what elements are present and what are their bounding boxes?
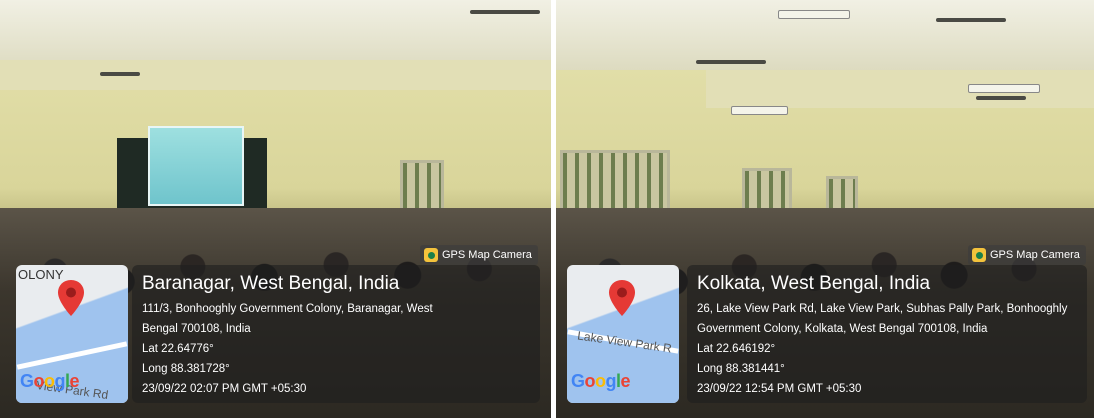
ceiling-beam <box>0 60 551 90</box>
badge-label: GPS Map Camera <box>990 249 1080 261</box>
google-logo: Google <box>571 371 631 391</box>
location-map: Lake View Park R Google <box>567 265 679 403</box>
gps-camera-icon <box>424 248 438 262</box>
gps-camera-badge: GPS Map Camera <box>420 245 538 265</box>
ceiling-fan <box>976 96 1026 100</box>
gps-camera-badge: GPS Map Camera <box>968 245 1086 265</box>
longitude: Long 88.381728° <box>142 363 230 375</box>
gps-camera-icon <box>972 248 986 262</box>
location-marker-icon <box>609 280 635 316</box>
right-photo: GPS Map Camera Lake View Park R Google K… <box>556 0 1094 418</box>
location-info-panel: Baranagar, West Bengal, India 111/3, Bon… <box>132 265 540 403</box>
ceiling-fan <box>696 60 766 64</box>
location-title: Baranagar, West Bengal, India <box>142 273 400 294</box>
tube-light <box>968 84 1040 93</box>
ceiling-fan <box>936 18 1006 22</box>
ceiling-fan <box>470 10 540 14</box>
projection-screen <box>148 126 244 206</box>
google-logo: Google <box>20 371 80 391</box>
timestamp: 23/09/22 02:07 PM GMT +05:30 <box>142 383 307 395</box>
ceiling-fan <box>100 72 140 76</box>
address-line: Government Colony, Kolkata, West Bengal … <box>697 323 988 335</box>
tube-light <box>731 106 788 115</box>
badge-label: GPS Map Camera <box>442 249 532 261</box>
left-photo: GPS Map Camera OLONY View Park Rd Google… <box>0 0 551 418</box>
location-map: OLONY View Park Rd Google <box>16 265 128 403</box>
address-line: 111/3, Bonhooghly Government Colony, Bar… <box>142 303 433 315</box>
latitude: Lat 22.64776° <box>142 343 214 355</box>
location-title: Kolkata, West Bengal, India <box>697 273 931 294</box>
address-line: 26, Lake View Park Rd, Lake View Park, S… <box>697 303 1068 315</box>
timestamp: 23/09/22 12:54 PM GMT +05:30 <box>697 383 862 395</box>
photo-collage: GPS Map Camera OLONY View Park Rd Google… <box>0 0 1094 418</box>
longitude: Long 88.381441° <box>697 363 785 375</box>
location-marker-icon <box>58 280 84 316</box>
tube-light <box>778 10 850 19</box>
address-line: Bengal 700108, India <box>142 323 251 335</box>
location-info-panel: Kolkata, West Bengal, India 26, Lake Vie… <box>687 265 1087 403</box>
latitude: Lat 22.646192° <box>697 343 776 355</box>
